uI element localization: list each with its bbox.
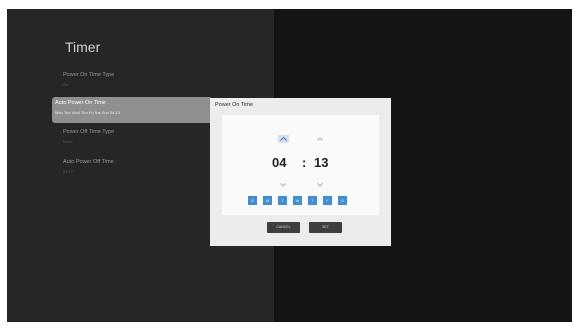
day-chip-monday[interactable]: M [263, 196, 272, 205]
day-chip-friday[interactable]: F [323, 196, 332, 205]
minute-down-arrow-icon[interactable] [316, 182, 324, 188]
minute-value[interactable]: 13 [314, 155, 328, 170]
hour-up-arrow-icon[interactable] [278, 135, 289, 143]
tv-screen: Timer Power On Time Type On Auto Power O… [7, 9, 572, 322]
day-chip-thursday[interactable]: T [308, 196, 317, 205]
minute-up-arrow-icon[interactable] [316, 136, 324, 142]
menu-item-label: Power On Time Type [63, 72, 115, 78]
time-picker: 04 : 13 S M T W T F S [222, 115, 379, 215]
day-chip-wednesday[interactable]: W [293, 196, 302, 205]
menu-item-label: Power Off Time Type [63, 129, 115, 135]
hour-down-arrow-icon[interactable] [279, 182, 287, 188]
menu-item-value: On [63, 82, 69, 87]
day-chip-tuesday[interactable]: T [278, 196, 287, 205]
hour-value[interactable]: 04 [272, 155, 286, 170]
menu-item-label: Auto Power Off Time [63, 159, 114, 165]
cancel-button[interactable]: CANCEL [267, 222, 300, 233]
set-button[interactable]: SET [309, 222, 342, 233]
day-chip-sunday[interactable]: S [248, 196, 257, 205]
day-chip-saturday[interactable]: S [338, 196, 347, 205]
menu-item-power-on-time-type[interactable]: Power On Time Type On [63, 72, 263, 98]
power-on-time-dialog: Power On Time 04 : 13 S M T W T F S CANC… [210, 98, 391, 246]
menu-item-value: Mon Tue Wed Thu Fri Sat Sun 04:13 [55, 110, 120, 115]
menu-item-label: Auto Power On Time [55, 100, 106, 106]
menu-item-value: 04:17 [63, 169, 74, 174]
dialog-title: Power On Time [215, 102, 253, 108]
page-title: Timer [65, 39, 101, 55]
time-separator: : [302, 155, 307, 170]
menu-item-auto-power-on-time[interactable]: Auto Power On Time Mon Tue Wed Thu Fri S… [52, 97, 212, 123]
menu-item-value: None [63, 139, 73, 144]
